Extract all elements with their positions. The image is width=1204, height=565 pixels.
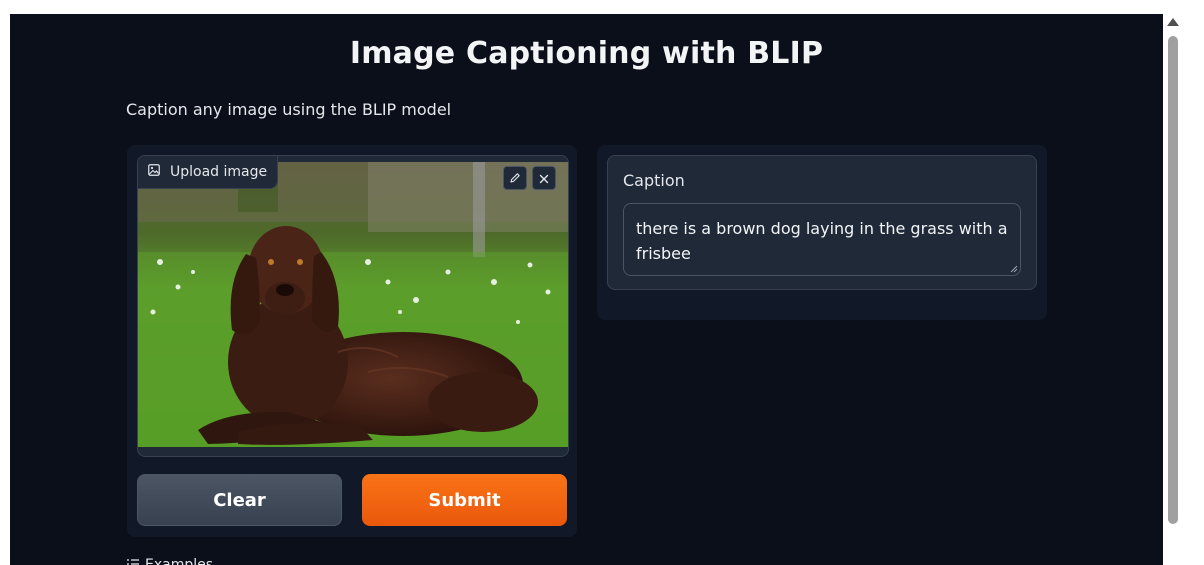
page-title: Image Captioning with BLIP bbox=[349, 36, 824, 71]
image-upload-area[interactable]: Upload image bbox=[137, 155, 569, 457]
image-label-badge: Upload image bbox=[138, 156, 279, 189]
caption-block: Caption there is a brown dog laying in t… bbox=[607, 155, 1037, 290]
app-viewport: Image Captioning with BLIP Caption any i… bbox=[10, 14, 1163, 565]
caption-output-textarea[interactable]: there is a brown dog laying in the grass… bbox=[623, 203, 1021, 276]
uploaded-dog-photo bbox=[138, 162, 568, 447]
caption-label: Caption bbox=[623, 171, 685, 190]
list-icon bbox=[127, 557, 139, 565]
input-panel: Upload image Clear Submit bbox=[127, 145, 577, 537]
close-icon bbox=[539, 169, 549, 188]
pencil-icon bbox=[509, 169, 521, 188]
clear-button[interactable]: Clear bbox=[137, 474, 342, 526]
image-label-text: Upload image bbox=[170, 164, 268, 180]
resize-handle-icon[interactable] bbox=[1010, 265, 1018, 273]
clear-image-button[interactable] bbox=[532, 166, 556, 190]
submit-button[interactable]: Submit bbox=[362, 474, 567, 526]
examples-label: Examples bbox=[145, 557, 214, 565]
scroll-up-arrow-icon[interactable] bbox=[1167, 18, 1179, 26]
caption-value: there is a brown dog laying in the grass… bbox=[636, 219, 1008, 263]
output-panel: Caption there is a brown dog laying in t… bbox=[597, 145, 1047, 320]
image-icon bbox=[148, 164, 160, 180]
page-description: Caption any image using the BLIP model bbox=[126, 100, 452, 119]
examples-header[interactable]: Examples bbox=[127, 557, 213, 565]
scroll-thumb[interactable] bbox=[1168, 36, 1178, 524]
edit-image-button[interactable] bbox=[503, 166, 527, 190]
page-scrollbar[interactable] bbox=[1164, 14, 1182, 565]
